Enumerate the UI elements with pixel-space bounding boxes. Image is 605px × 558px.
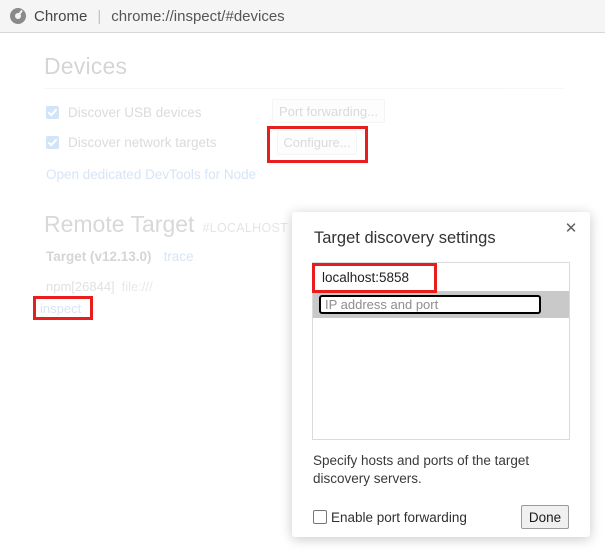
close-icon[interactable]: ✕ xyxy=(562,220,580,238)
discover-usb-row[interactable]: Discover USB devices xyxy=(46,105,202,120)
target-file-url: file:/// xyxy=(121,279,153,294)
discover-network-label: Discover network targets xyxy=(68,135,217,150)
trace-link[interactable]: trace xyxy=(164,249,194,264)
inspect-link[interactable]: inspect xyxy=(40,301,81,316)
target-meta: npm[26844] file:/// xyxy=(46,279,153,294)
remote-target-title: Remote Target xyxy=(44,211,195,237)
remote-target-heading: Remote Target #LOCALHOST xyxy=(44,211,288,238)
page-title: Devices xyxy=(44,53,128,79)
dialog-hint-text: Specify hosts and ports of the target di… xyxy=(313,453,530,486)
topbar-url[interactable]: chrome://inspect/#devices xyxy=(111,8,284,25)
discover-network-row[interactable]: Discover network targets xyxy=(46,135,217,150)
checkbox-unchecked-icon[interactable] xyxy=(313,510,327,524)
ip-address-and-port-input[interactable] xyxy=(319,295,541,314)
open-node-devtools-link[interactable]: Open dedicated DevTools for Node xyxy=(46,167,256,182)
port-forwarding-button[interactable]: Port forwarding... xyxy=(272,99,385,123)
chrome-logo-icon xyxy=(10,8,26,24)
topbar-inner: Chrome | chrome://inspect/#devices xyxy=(10,8,285,25)
remote-target-host-tag: #LOCALHOST xyxy=(202,221,289,235)
discover-usb-label: Discover USB devices xyxy=(68,105,202,120)
done-button[interactable]: Done xyxy=(521,505,569,529)
enable-port-forwarding-label: Enable port forwarding xyxy=(331,509,467,525)
configure-button[interactable]: Configure... xyxy=(277,130,357,155)
dialog-title: Target discovery settings xyxy=(314,229,496,247)
checkbox-checked-icon[interactable] xyxy=(46,136,59,149)
enable-port-forwarding-row[interactable]: Enable port forwarding xyxy=(313,510,467,525)
topbar-separator: | xyxy=(97,7,102,25)
host-list[interactable]: localhost:5858 xyxy=(312,262,570,440)
target-row: Target (v12.13.0) trace xyxy=(46,249,194,264)
target-name: Target (v12.13.0) xyxy=(46,249,152,264)
dialog-footer: Enable port forwarding Done xyxy=(313,505,569,529)
topbar-app-label: Chrome xyxy=(34,7,88,25)
list-item[interactable]: localhost:5858 xyxy=(313,263,569,291)
checkbox-checked-icon[interactable] xyxy=(46,106,59,119)
target-discovery-dialog: ✕ Target discovery settings localhost:58… xyxy=(292,212,590,537)
title-divider xyxy=(44,88,564,89)
browser-topbar: Chrome | chrome://inspect/#devices xyxy=(0,0,605,33)
target-process: npm[26844] xyxy=(46,279,115,294)
host-row-editing[interactable] xyxy=(313,291,569,318)
